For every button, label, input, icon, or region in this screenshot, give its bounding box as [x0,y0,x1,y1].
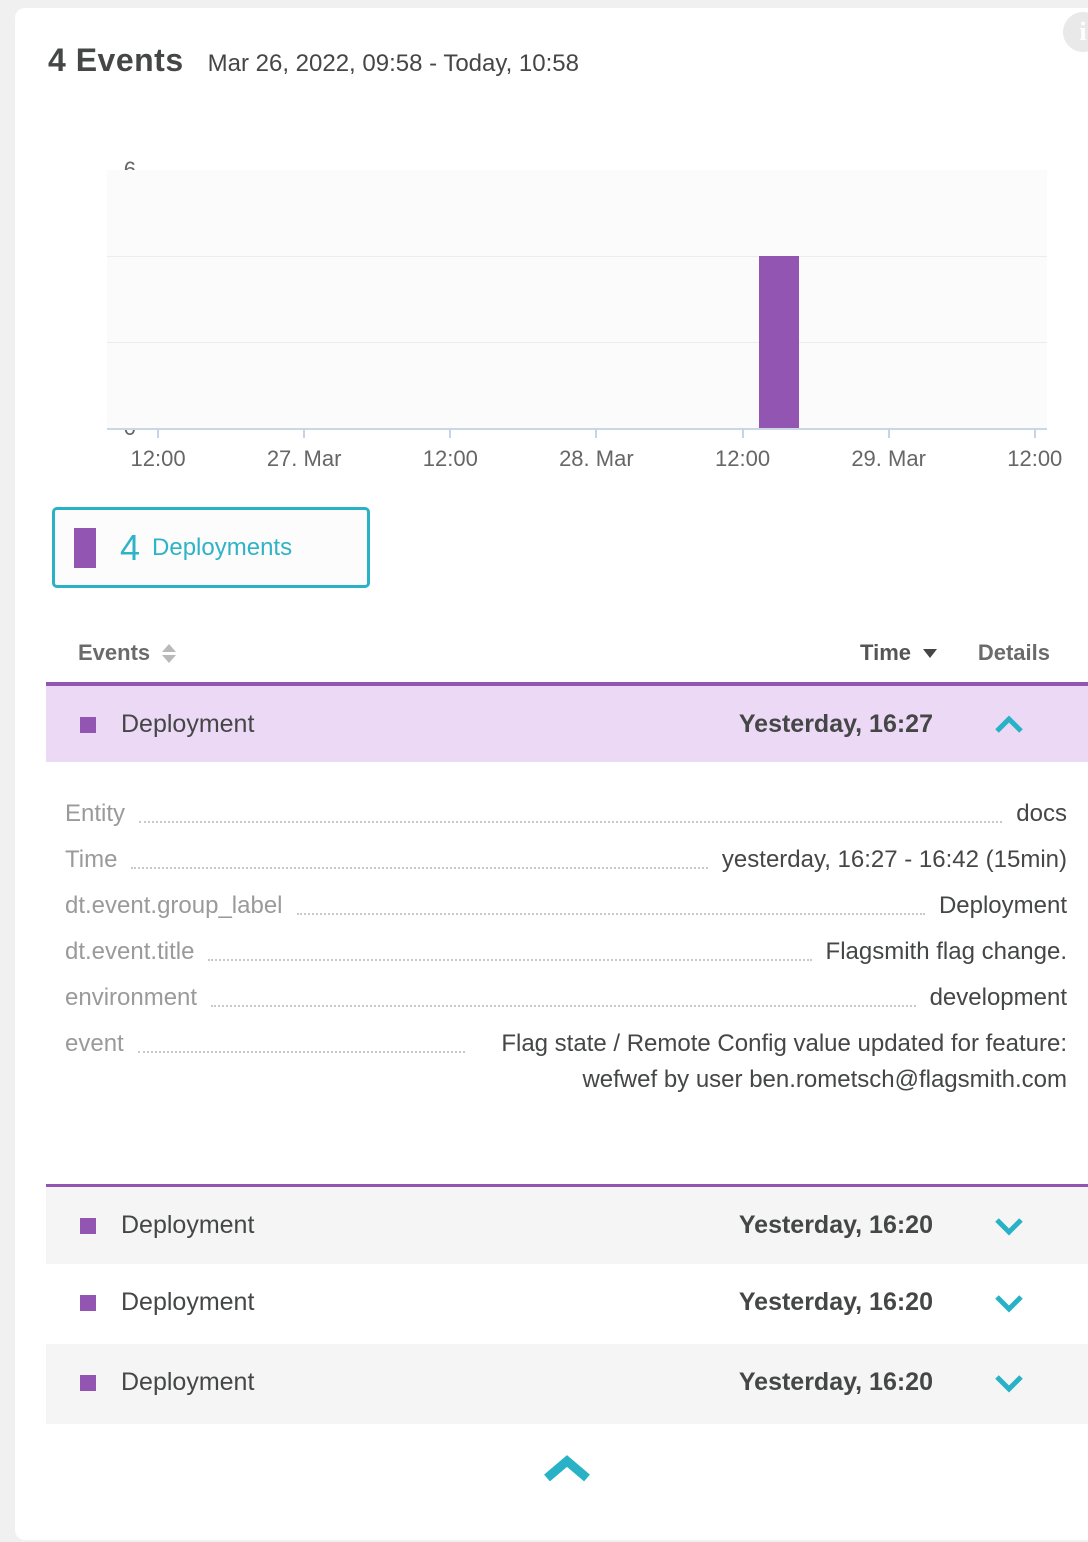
x-tick [449,428,451,438]
dotted-leader [297,888,925,915]
detail-key: environment [65,980,197,1016]
x-tick [303,428,305,438]
legend-count: 4 [120,527,140,569]
sort-down-icon [162,655,176,663]
detail-key: event [65,1026,124,1062]
x-axis-label: 29. Mar [851,446,926,472]
x-axis-label: 12:00 [423,446,478,472]
column-header-time[interactable]: Time [860,640,937,666]
detail-value: development [930,980,1067,1016]
table-row-deployment-2[interactable]: Deployment Yesterday, 16:20 [46,1184,1088,1264]
events-bar-chart: 6 4 2 0 12:00 27. Mar 12:00 28. Mar 12:0… [15,170,1088,470]
x-tick [595,428,597,438]
table-footer [46,1424,1088,1534]
dotted-leader [139,796,1002,823]
gridline [107,342,1047,343]
deployment-square-icon [80,1375,96,1391]
deployments-swatch-icon [74,528,96,568]
table-row-deployment-1[interactable]: Deployment Yesterday, 16:27 [46,682,1088,762]
plot-area: 12:00 27. Mar 12:00 28. Mar 12:00 29. Ma… [107,170,1047,428]
x-axis-label: 12:00 [1007,446,1062,472]
legend-deployments-toggle[interactable]: 4 Deployments [52,507,370,588]
event-type-label: Deployment [121,1288,254,1317]
x-axis-label: 12:00 [131,446,186,472]
detail-row-event: event Flag state / Remote Config value u… [65,1026,1067,1098]
detail-key: Entity [65,796,125,832]
event-time: Yesterday, 16:20 [739,1211,933,1240]
dotted-leader [208,934,811,961]
table-row-deployment-4[interactable]: Deployment Yesterday, 16:20 [46,1344,1088,1424]
x-axis-label: 12:00 [715,446,770,472]
date-range: Mar 26, 2022, 09:58 - Today, 10:58 [208,50,579,78]
detail-key: Time [65,842,117,878]
chart-bar[interactable] [759,256,799,428]
x-tick [1034,428,1036,438]
column-header-details: Details [978,640,1050,666]
events-panel: 4 Events Mar 26, 2022, 09:58 - Today, 10… [15,8,1088,1540]
chevron-up-icon[interactable] [994,715,1024,735]
event-time: Yesterday, 16:20 [739,1368,933,1397]
chevron-down-icon[interactable] [994,1293,1024,1313]
events-header-label: Events [78,640,150,666]
legend-label: Deployments [152,534,292,562]
detail-value: yesterday, 16:27 - 16:42 (15min) [722,842,1067,878]
dotted-leader [131,842,707,869]
detail-value: docs [1016,796,1067,832]
info-icon[interactable]: i [1063,12,1088,52]
event-type-label: Deployment [121,710,254,739]
detail-row-title: dt.event.title Flagsmith flag change. [65,934,1067,970]
detail-row-environment: environment development [65,980,1067,1016]
gridline [107,256,1047,257]
x-axis-label: 27. Mar [267,446,342,472]
chevron-down-icon[interactable] [994,1373,1024,1393]
detail-key: dt.event.title [65,934,194,970]
detail-row-group-label: dt.event.group_label Deployment [65,888,1067,924]
table-row-deployment-3[interactable]: Deployment Yesterday, 16:20 [46,1264,1088,1344]
event-type-label: Deployment [121,1211,254,1240]
dotted-leader [138,1026,465,1053]
event-time: Yesterday, 16:27 [739,710,933,739]
table-header-row: Events Time Details [46,630,1088,682]
chevron-up-icon [542,1455,592,1483]
x-axis-line [107,428,1047,430]
detail-value: Flagsmith flag change. [826,934,1067,970]
time-header-label: Time [860,640,911,666]
event-detail-panel: Entity docs Time yesterday, 16:27 - 16:4… [46,762,1088,1184]
sort-both-icon [162,644,176,663]
dotted-leader [211,980,915,1007]
deployment-square-icon [80,1218,96,1234]
detail-value: Deployment [939,888,1067,924]
events-table: Events Time Details Deployment Yesterday… [46,630,1088,1534]
panel-header: 4 Events Mar 26, 2022, 09:58 - Today, 10… [48,42,579,79]
deployment-square-icon [80,717,96,733]
deployment-square-icon [80,1295,96,1311]
sort-desc-icon [923,649,937,658]
event-type-label: Deployment [121,1368,254,1397]
detail-row-entity: Entity docs [65,796,1067,832]
x-tick [157,428,159,438]
detail-value: Flag state / Remote Config value updated… [479,1026,1067,1098]
sort-up-icon [162,644,176,652]
chevron-down-icon[interactable] [994,1216,1024,1236]
x-axis-label: 28. Mar [559,446,634,472]
detail-key: dt.event.group_label [65,888,283,924]
x-tick [888,428,890,438]
event-time: Yesterday, 16:20 [739,1288,933,1317]
x-tick [742,428,744,438]
page-title: 4 Events [48,42,184,79]
detail-row-time: Time yesterday, 16:27 - 16:42 (15min) [65,842,1067,878]
collapse-panel-button[interactable] [537,1452,597,1486]
column-header-events[interactable]: Events [78,640,176,666]
